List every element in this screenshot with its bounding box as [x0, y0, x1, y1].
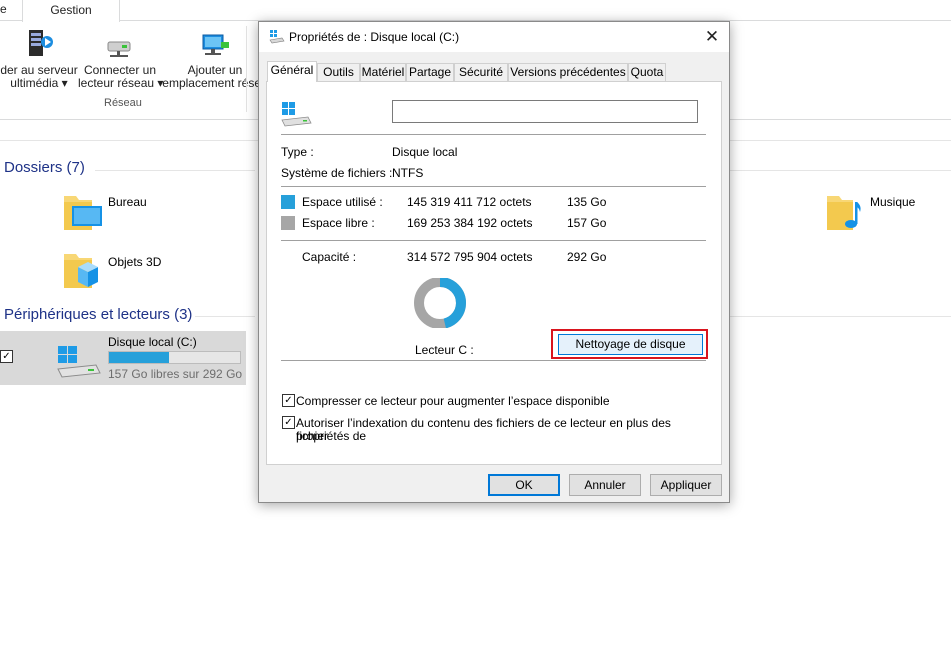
media-server-button[interactable]: der au serveur ultimédia ▾	[0, 28, 78, 90]
folders-section-divider	[95, 170, 255, 171]
dialog-titlebar[interactable]: Propriétés de : Disque local (C:) ✕	[259, 22, 729, 52]
devices-section-header[interactable]: Périphériques et lecteurs (3)	[4, 306, 192, 323]
drive-letter-label: Lecteur C :	[415, 343, 474, 357]
cancel-button[interactable]: Annuler	[569, 474, 641, 496]
divider-2	[281, 186, 706, 187]
map-network-drive-button[interactable]: Connecter un lecteur réseau ▾	[78, 36, 164, 90]
drive-c-usage-fill	[109, 352, 170, 363]
free-space-bytes: 169 253 384 192 octets	[407, 216, 533, 230]
compress-label[interactable]: Compresser ce lecteur pour augmenter l’e…	[296, 395, 610, 408]
type-label: Type :	[281, 145, 314, 159]
add-network-location-button[interactable]: Ajouter un emplacement résea	[162, 32, 268, 90]
3d-objects-folder-icon	[64, 254, 98, 288]
folder-objets-3d[interactable]	[62, 250, 104, 292]
map-drive-label-2: lecteur réseau ▾	[78, 76, 164, 90]
drive-name-input[interactable]	[392, 100, 698, 123]
disk-cleanup-button[interactable]: Nettoyage de disque	[558, 334, 703, 355]
add-location-label-2: emplacement résea	[162, 76, 268, 90]
drive-c-usage-bar	[108, 351, 241, 364]
free-space-label: Espace libre :	[302, 216, 375, 230]
general-panel: Type : Disque local Système de fichiers …	[266, 81, 722, 465]
folder-bureau[interactable]	[62, 192, 104, 232]
devices-section-divider	[195, 316, 255, 317]
tab-materiel[interactable]: Matériel	[360, 63, 406, 81]
media-server-icon	[29, 30, 53, 56]
drive-c-icon	[56, 345, 102, 384]
folder-musique[interactable]	[825, 192, 863, 232]
music-folder-icon	[827, 196, 861, 230]
disk-usage-donut	[414, 278, 466, 328]
used-space-label: Espace utilisé :	[302, 195, 383, 209]
free-space-swatch	[281, 216, 295, 230]
ribbon-separator	[246, 26, 247, 112]
tab-versions-precedentes[interactable]: Versions précédentes	[508, 63, 628, 81]
media-server-label-2: ultimédia ▾	[10, 76, 68, 90]
tab-outils[interactable]: Outils	[317, 63, 360, 81]
capacity-label: Capacité :	[302, 250, 357, 264]
drive-title-icon	[269, 30, 285, 44]
divider-1	[281, 134, 706, 135]
capacity-bytes: 314 572 795 904 octets	[407, 250, 533, 264]
indexing-label-line1[interactable]: Autoriser l’indexation du contenu des fi…	[296, 417, 721, 443]
drive-c-free-text: 157 Go libres sur 292 Go	[108, 367, 243, 381]
tab-quota[interactable]: Quota	[628, 63, 666, 81]
indexing-checkbox[interactable]: ✓	[282, 416, 295, 429]
desktop-folder-icon	[64, 196, 102, 230]
folder-musique-label: Musique	[870, 195, 916, 209]
ribbon-group-label: Réseau	[104, 97, 142, 109]
tab-partage[interactable]: Partage	[406, 63, 454, 81]
divider-4	[281, 360, 706, 361]
tab-general[interactable]: Général	[267, 61, 317, 82]
ribbon-tab-gestion[interactable]: Gestion	[22, 0, 120, 22]
network-location-icon	[202, 34, 229, 55]
drive-c-checkbox[interactable]: ✓	[0, 350, 13, 363]
used-space-bytes: 145 319 411 712 octets	[407, 195, 532, 209]
folder-objets-3d-label: Objets 3D	[108, 255, 162, 269]
tab-securite[interactable]: Sécurité	[454, 63, 508, 81]
free-space-size: 157 Go	[567, 216, 607, 230]
divider-3	[281, 240, 706, 241]
folders-section-divider-right	[730, 170, 951, 171]
folder-bureau-label: Bureau	[108, 195, 147, 209]
ribbon-tab-bar: e Gestion	[0, 0, 951, 22]
dialog-title: Propriétés de : Disque local (C:)	[289, 30, 460, 44]
ok-button[interactable]: OK	[488, 474, 560, 496]
indexing-label-line2[interactable]: fichier	[296, 430, 328, 443]
close-icon[interactable]: ✕	[699, 25, 725, 49]
capacity-size: 292 Go	[567, 250, 607, 264]
apply-button[interactable]: Appliquer	[650, 474, 722, 496]
properties-dialog: Propriétés de : Disque local (C:) ✕ Géné…	[258, 21, 730, 503]
drive-large-icon	[281, 102, 312, 127]
used-space-swatch	[281, 195, 295, 209]
drive-c-name: Disque local (C:)	[108, 335, 197, 349]
network-drive-icon	[107, 41, 131, 57]
filesystem-value: NTFS	[392, 166, 424, 180]
folders-section-header[interactable]: Dossiers (7)	[4, 159, 85, 176]
ribbon-tab-partial[interactable]: e	[0, 2, 7, 16]
filesystem-label: Système de fichiers :	[281, 166, 393, 180]
type-value: Disque local	[392, 145, 458, 159]
devices-section-divider-right	[730, 316, 951, 317]
used-space-size: 135 Go	[567, 195, 607, 209]
compress-checkbox[interactable]: ✓	[282, 394, 295, 407]
